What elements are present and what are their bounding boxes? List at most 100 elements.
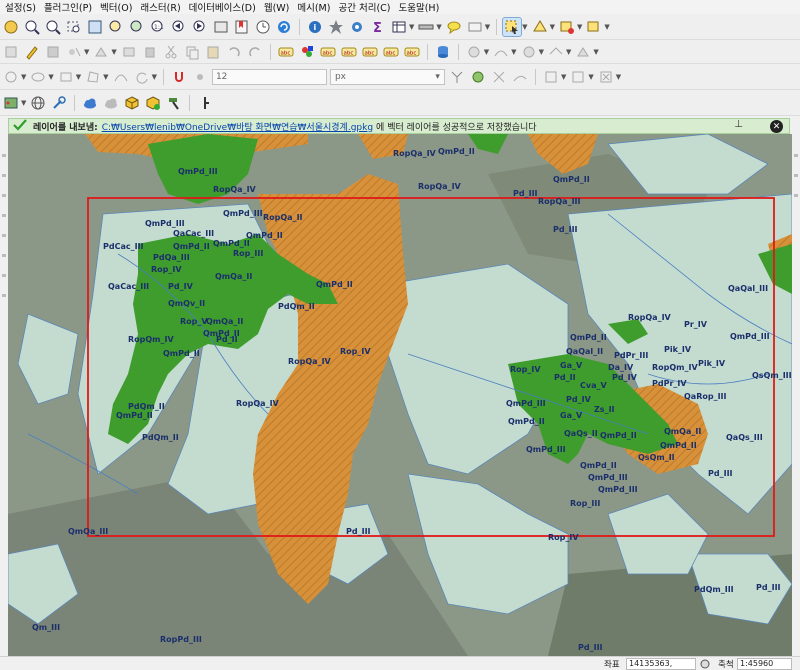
hammer-icon[interactable]: [165, 94, 183, 112]
zoom-last-icon[interactable]: [170, 18, 188, 36]
menu-settings[interactable]: 설정(S): [2, 0, 41, 14]
menu-help[interactable]: 도움말(H): [396, 0, 445, 14]
pencil-icon[interactable]: [23, 43, 41, 61]
zoom-selection-icon[interactable]: [107, 18, 125, 36]
add-feature-icon[interactable]: [65, 43, 83, 61]
chevron-down-icon[interactable]: ▼: [76, 73, 81, 81]
scale-field[interactable]: 1:45960: [737, 658, 792, 670]
chevron-down-icon[interactable]: ▼: [522, 23, 527, 31]
zoom-rubberband-icon[interactable]: [65, 18, 83, 36]
chevron-down-icon[interactable]: ▼: [409, 23, 414, 31]
chevron-down-icon[interactable]: ▼: [48, 73, 53, 81]
zoom-out-icon[interactable]: [44, 18, 62, 36]
select-features-icon[interactable]: [502, 16, 523, 37]
map-canvas[interactable]: QmPd_III RopQa_IV QmPd_II RopQa_IV Pd_II…: [8, 134, 792, 656]
snap-points-icon[interactable]: [191, 68, 209, 86]
align-icon[interactable]: [542, 68, 560, 86]
snapping-magnet-icon[interactable]: [170, 68, 188, 86]
identify-icon[interactable]: i: [306, 18, 324, 36]
tolerance-size-input[interactable]: 12: [211, 68, 327, 85]
new-map-view-icon[interactable]: [212, 18, 230, 36]
diagram-icon[interactable]: [298, 43, 316, 61]
zoom-native-icon[interactable]: 1:1: [149, 18, 167, 36]
chevron-down-icon[interactable]: ▼: [485, 23, 490, 31]
toggle-extents-icon[interactable]: [700, 659, 710, 669]
chevron-down-icon[interactable]: ▼: [152, 73, 157, 81]
menu-mesh[interactable]: 메시(M): [294, 0, 335, 14]
zoom-next-icon[interactable]: [191, 18, 209, 36]
chevron-down-icon[interactable]: ▼: [566, 48, 571, 56]
chevron-down-icon[interactable]: ▼: [588, 73, 593, 81]
move-label-icon[interactable]: abc: [361, 43, 379, 61]
reshape-icon[interactable]: [574, 43, 592, 61]
collapse-icon[interactable]: ⊥: [734, 119, 743, 130]
chevron-down-icon[interactable]: ▼: [103, 73, 108, 81]
menu-database[interactable]: 데이터베이스(D): [186, 0, 261, 14]
chevron-down-icon[interactable]: ▼: [84, 48, 89, 56]
select-value-icon[interactable]: [531, 18, 549, 36]
measure-icon[interactable]: [417, 18, 435, 36]
redo-icon[interactable]: [246, 43, 264, 61]
add-rectangle-icon[interactable]: [57, 68, 75, 86]
curve-icon[interactable]: [112, 68, 130, 86]
action-icon[interactable]: [327, 18, 345, 36]
chevron-down-icon[interactable]: ▼: [21, 99, 26, 107]
offset-icon[interactable]: [547, 43, 565, 61]
clear-icon[interactable]: [597, 68, 615, 86]
pin-label-icon[interactable]: abc: [319, 43, 337, 61]
deselect-icon[interactable]: [558, 18, 576, 36]
snap-tracing-icon[interactable]: [511, 68, 529, 86]
text-annotation-icon[interactable]: [466, 18, 484, 36]
tolerance-unit-select[interactable]: px ▾: [329, 68, 445, 85]
rotate-icon[interactable]: [133, 68, 151, 86]
map-tips-icon[interactable]: [445, 18, 463, 36]
menu-processing[interactable]: 공간 처리(C): [335, 0, 395, 14]
chevron-down-icon[interactable]: ▼: [561, 73, 566, 81]
rotate-label-icon[interactable]: abc: [382, 43, 400, 61]
self-snap-icon[interactable]: [490, 68, 508, 86]
label-abc-icon[interactable]: abc: [277, 43, 295, 61]
python-console-icon[interactable]: [196, 94, 214, 112]
delete-selected-icon[interactable]: [141, 43, 159, 61]
menu-web[interactable]: 웹(W): [261, 0, 295, 14]
chevron-down-icon[interactable]: ▼: [484, 48, 489, 56]
database-icon[interactable]: [434, 43, 452, 61]
menu-raster[interactable]: 래스터(R): [137, 0, 185, 14]
tools-icon[interactable]: [50, 94, 68, 112]
attribute-table-icon[interactable]: [390, 18, 408, 36]
chevron-down-icon[interactable]: ▼: [111, 48, 116, 56]
chevron-down-icon[interactable]: ▼: [21, 73, 26, 81]
multi-edit-icon[interactable]: [120, 43, 138, 61]
vertex-tool-icon[interactable]: [92, 43, 110, 61]
edits-icon[interactable]: [2, 43, 20, 61]
close-icon[interactable]: ✕: [770, 120, 783, 133]
globe-icon[interactable]: [29, 94, 47, 112]
add-ellipse-icon[interactable]: [29, 68, 47, 86]
coordinate-field[interactable]: 14135363, 4525175: [626, 658, 696, 670]
message-path-link[interactable]: C:₩Users₩lenib₩OneDrive₩바탕 화면₩연습₩서울시경계.g…: [102, 120, 373, 133]
add-polygon-icon[interactable]: [84, 68, 102, 86]
pan-map-icon[interactable]: [2, 18, 20, 36]
bookmark-icon[interactable]: [233, 18, 251, 36]
add-circle-icon[interactable]: [2, 68, 20, 86]
gear-icon[interactable]: [348, 18, 366, 36]
change-label-icon[interactable]: abc: [403, 43, 421, 61]
cloud-upload-icon[interactable]: [102, 94, 120, 112]
zoom-layer-icon[interactable]: [128, 18, 146, 36]
cube-add-icon[interactable]: [144, 94, 162, 112]
chevron-down-icon[interactable]: ▼: [539, 48, 544, 56]
temporal-controller-icon[interactable]: [254, 18, 272, 36]
split-icon[interactable]: [520, 43, 538, 61]
highlight-label-icon[interactable]: abc: [340, 43, 358, 61]
snap-intersection-icon[interactable]: [448, 68, 466, 86]
menu-vector[interactable]: 벡터(O): [97, 0, 137, 14]
distribute-icon[interactable]: [569, 68, 587, 86]
chevron-down-icon[interactable]: ▼: [550, 23, 555, 31]
chevron-down-icon[interactable]: ▼: [593, 48, 598, 56]
menu-plugins[interactable]: 플러그인(P): [41, 0, 97, 14]
chevron-down-icon[interactable]: ▼: [577, 23, 582, 31]
georef-icon[interactable]: [2, 94, 20, 112]
cube-icon[interactable]: [123, 94, 141, 112]
cut-icon[interactable]: [162, 43, 180, 61]
undo-icon[interactable]: [225, 43, 243, 61]
